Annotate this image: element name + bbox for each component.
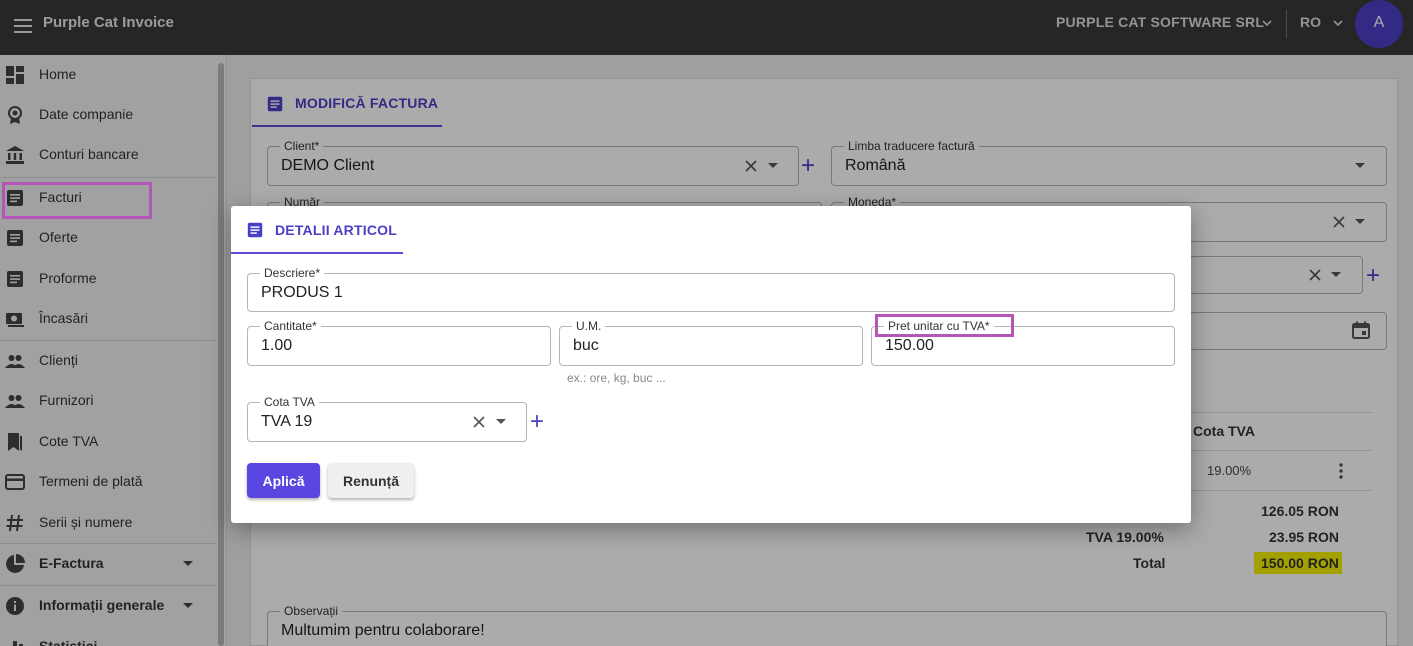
annotation-highlight-box (875, 314, 1014, 337)
cantitate-field[interactable]: Cantitate* 1.00 (247, 319, 551, 366)
field-label: Descriere* (260, 266, 325, 280)
field-value: PRODUS 1 (261, 284, 343, 301)
descriere-field[interactable]: Descriere* PRODUS 1 (247, 266, 1175, 312)
field-value: 1.00 (261, 337, 293, 354)
apply-button[interactable]: Aplică (247, 463, 320, 498)
um-field[interactable]: U.M. buc (559, 319, 863, 366)
add-cota-tva-icon[interactable]: + (530, 410, 544, 434)
field-value: buc (573, 337, 599, 354)
annotation-highlight-box (2, 182, 152, 219)
document-icon (247, 222, 263, 238)
field-label: Cota TVA (260, 395, 319, 409)
field-value: 150.00 (885, 337, 934, 354)
tab-indicator (231, 252, 403, 254)
field-value: TVA 19 (261, 413, 313, 430)
clear-icon[interactable] (472, 415, 486, 429)
field-label: U.M. (572, 319, 606, 333)
um-helper-text: ex.: ore, kg, buc ... (567, 371, 666, 385)
item-details-dialog: DETALII ARTICOL Descriere* PRODUS 1 Cant… (231, 206, 1191, 523)
cancel-button[interactable]: Renunță (328, 463, 414, 498)
dropdown-arrow-icon[interactable] (496, 419, 506, 424)
field-label: Cantitate* (260, 319, 321, 333)
tab-detalii-articol[interactable]: DETALII ARTICOL (275, 222, 397, 238)
